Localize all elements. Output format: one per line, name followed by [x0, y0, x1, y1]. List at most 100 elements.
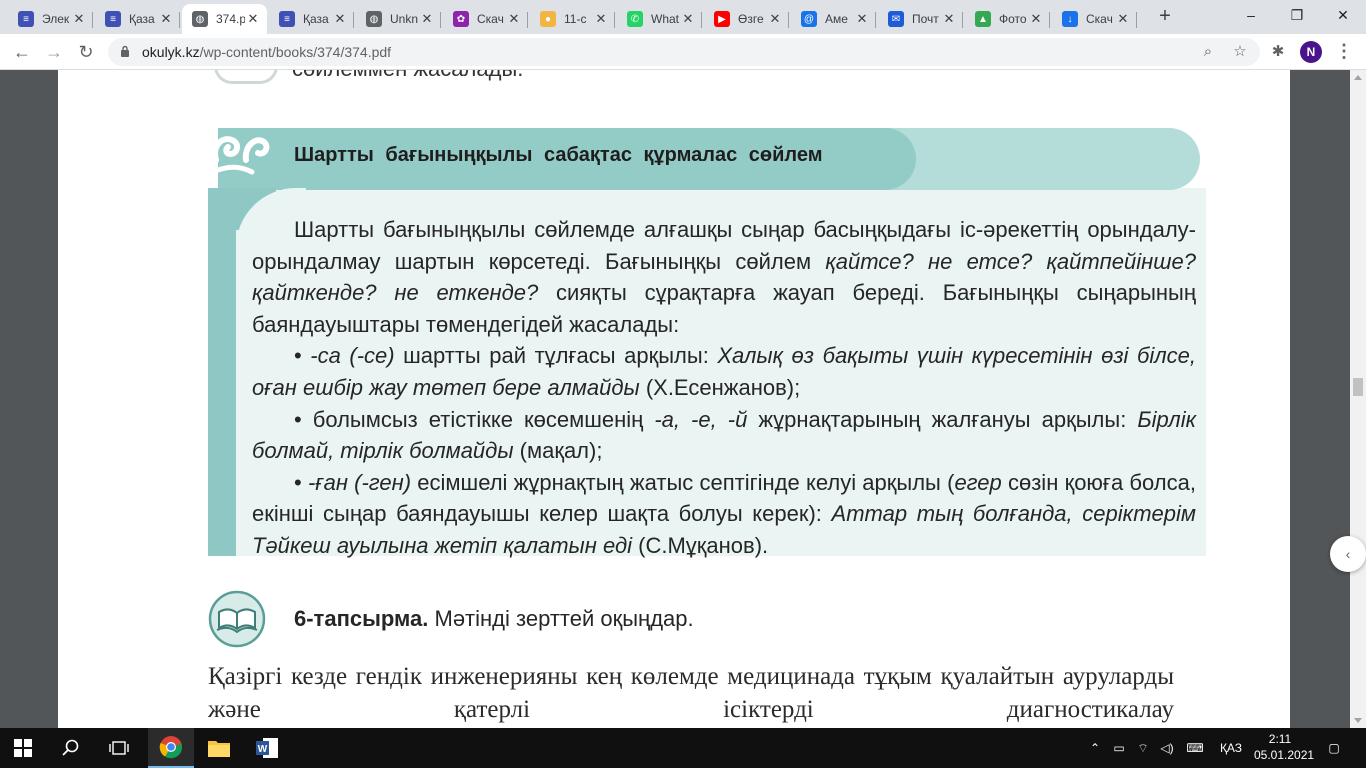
- profile-avatar[interactable]: N: [1300, 41, 1322, 63]
- file-explorer-button[interactable]: [196, 728, 242, 768]
- chrome-taskbar-button[interactable]: [148, 728, 194, 768]
- book-stack-icon: ≡: [18, 11, 34, 27]
- start-button[interactable]: [0, 728, 46, 768]
- browser-toolbar: ← → ↻ okulyk.kz/wp-content/books/374/374…: [0, 34, 1366, 70]
- tab-close-icon[interactable]: ✕: [245, 11, 261, 27]
- bullet-2-text-b: жұрнақтарының жалғануы арқылы:: [747, 406, 1138, 432]
- purple-app-icon: ✿: [453, 11, 469, 27]
- show-hidden-icons-button[interactable]: ⌃: [1084, 728, 1106, 768]
- zoom-icon[interactable]: ⌕: [1198, 42, 1218, 62]
- at-mail-icon: @: [801, 11, 817, 27]
- tab-separator: [1136, 12, 1137, 28]
- rule-bullet-3: • -ған (-ген) есімшелі жұрнақтың жатыс с…: [252, 467, 1196, 562]
- browser-tab[interactable]: ▲ Фото ✕: [965, 4, 1050, 34]
- tab-title: What: [651, 12, 680, 26]
- tab-close-icon[interactable]: ✕: [854, 11, 870, 27]
- tab-separator: [527, 12, 528, 28]
- tab-close-icon[interactable]: ✕: [71, 11, 87, 27]
- tab-title: Фото: [999, 12, 1027, 26]
- lock-icon[interactable]: [120, 45, 130, 57]
- pdf-page-nav-button[interactable]: ‹: [1330, 536, 1366, 572]
- tab-separator: [1049, 12, 1050, 28]
- volume-icon[interactable]: ◁): [1156, 728, 1178, 768]
- browser-tab[interactable]: ● 11-с ✕: [530, 4, 615, 34]
- keyboard-icon[interactable]: ⌨: [1182, 728, 1208, 768]
- browser-tab[interactable]: ≡ Қаза ✕: [269, 4, 354, 34]
- bullet-3-suffix: -ған (-ген): [307, 469, 412, 495]
- tab-separator: [92, 12, 93, 28]
- tab-close-icon[interactable]: ✕: [593, 11, 609, 27]
- scroll-down-arrow-icon[interactable]: [1354, 718, 1362, 723]
- pdf-page: сөйлеммен жасалады. Шартты бағыныңқылы с…: [58, 70, 1290, 728]
- scrollbar-thumb[interactable]: [1353, 378, 1363, 396]
- minimize-button[interactable]: –: [1228, 0, 1274, 32]
- tab-title: Қаза: [129, 12, 155, 26]
- folder-icon: [208, 741, 230, 757]
- svg-text:W: W: [258, 744, 268, 755]
- tab-close-icon[interactable]: ✕: [332, 11, 348, 27]
- forward-button[interactable]: →: [40, 38, 68, 66]
- scroll-up-arrow-icon[interactable]: [1354, 75, 1362, 80]
- bullet-3-text: есімшелі жұрнақтың жатыс септігінде келу…: [411, 469, 955, 495]
- browser-tab[interactable]: ≡ Қаза ✕: [95, 4, 180, 34]
- url-text[interactable]: okulyk.kz/wp-content/books/374/374.pdf: [142, 44, 391, 60]
- browser-tab[interactable]: ✆ What ✕: [617, 4, 702, 34]
- tab-title: Элек: [42, 12, 70, 26]
- tab-close-icon[interactable]: ✕: [941, 11, 957, 27]
- bookmark-star-icon[interactable]: ☆: [1230, 42, 1250, 62]
- tab-close-icon[interactable]: ✕: [158, 11, 174, 27]
- word-icon: W: [256, 738, 278, 758]
- tab-close-icon[interactable]: ✕: [419, 11, 435, 27]
- address-bar[interactable]: okulyk.kz/wp-content/books/374/374.pdf ⌕…: [108, 38, 1260, 66]
- browser-tab[interactable]: ✉ Почт ✕: [878, 4, 963, 34]
- tab-separator: [962, 12, 963, 28]
- ornament-icon: [212, 136, 270, 175]
- notifications-icon[interactable]: ▢: [1322, 728, 1346, 768]
- tab-title: Unkn: [390, 12, 419, 26]
- tab-close-icon[interactable]: ✕: [767, 11, 783, 27]
- vertical-scrollbar[interactable]: [1350, 70, 1366, 728]
- rule-title: Шартты бағыныңқылы сабақтас құрмалас сөй…: [294, 144, 823, 166]
- drive-icon: ▲: [975, 11, 991, 27]
- browser-tab[interactable]: @ Аме ✕: [791, 4, 876, 34]
- rule-paragraph: Шартты бағыныңқылы сөйлемде алғашқы сыңа…: [252, 214, 1196, 562]
- tab-title: 11-с: [564, 12, 587, 26]
- task-label: 6-тапсырма.: [294, 606, 429, 631]
- browser-tab[interactable]: ✿ Скач ✕: [443, 4, 528, 34]
- word-taskbar-button[interactable]: W: [244, 728, 290, 768]
- bullet-1-source: (Х.Есенжанов);: [639, 374, 801, 400]
- tab-close-icon[interactable]: ✕: [506, 11, 522, 27]
- reload-button[interactable]: ↻: [72, 38, 100, 66]
- battery-icon[interactable]: ▭: [1108, 728, 1130, 768]
- browser-tab[interactable]: ◍ Unkn ✕: [356, 4, 441, 34]
- input-language[interactable]: ҚАЗ: [1214, 728, 1248, 768]
- tab-close-icon[interactable]: ✕: [1115, 11, 1131, 27]
- search-icon: [62, 739, 79, 756]
- restore-button[interactable]: ❐: [1274, 0, 1320, 32]
- task-view-icon: [109, 741, 129, 755]
- task-view-button[interactable]: [96, 728, 142, 768]
- browser-tab[interactable]: ◍ 374.p ✕: [182, 4, 267, 34]
- tab-close-icon[interactable]: ✕: [1028, 11, 1044, 27]
- clock[interactable]: 2:11 05.01.2021: [1254, 731, 1315, 763]
- open-book-icon: [208, 590, 266, 648]
- tab-separator: [179, 12, 180, 28]
- new-tab-button[interactable]: +: [1152, 6, 1178, 28]
- tab-close-icon[interactable]: ✕: [680, 11, 696, 27]
- tab-separator: [788, 12, 789, 28]
- tab-separator: [614, 12, 615, 28]
- browser-tab[interactable]: ≡ Элек ✕: [8, 4, 93, 34]
- browser-menu-icon[interactable]: ⋮: [1334, 40, 1354, 64]
- network-icon[interactable]: ⌔: [1132, 728, 1154, 768]
- extensions-puzzle-icon[interactable]: ✱: [1268, 42, 1288, 62]
- whatsapp-icon: ✆: [627, 11, 643, 27]
- back-button[interactable]: ←: [8, 38, 36, 66]
- browser-tab[interactable]: ↓ Скач ✕: [1052, 4, 1137, 34]
- bullet-3-source: (С.Мұқанов).: [632, 532, 769, 558]
- book-stack-icon: ≡: [279, 11, 295, 27]
- browser-tab[interactable]: ▶ Өзге ✕: [704, 4, 789, 34]
- clock-date: 05.01.2021: [1254, 748, 1315, 762]
- close-window-button[interactable]: ✕: [1320, 0, 1366, 32]
- bullet-2-source: (мақал);: [513, 438, 603, 464]
- search-button[interactable]: [48, 728, 94, 768]
